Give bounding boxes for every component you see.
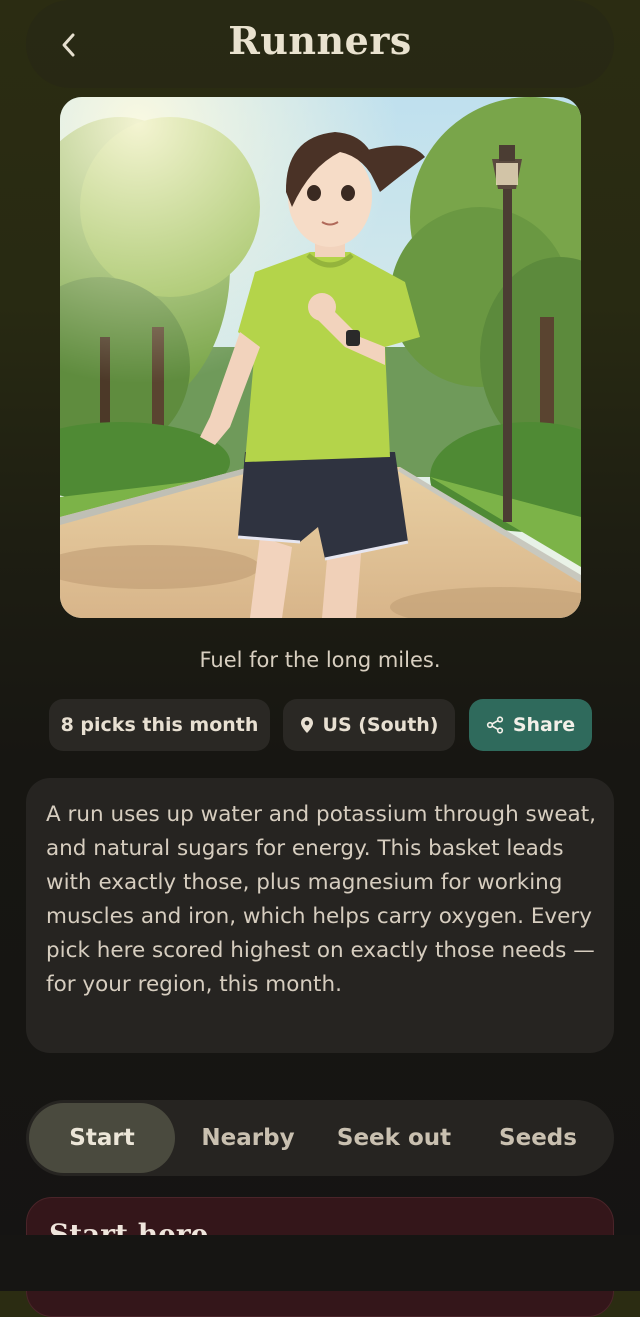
- location-pin-icon: [300, 716, 314, 734]
- page-title: Runners: [228, 18, 412, 63]
- bottom-safe-area: [0, 1235, 640, 1291]
- picks-count-badge: 8 picks this month: [49, 699, 270, 751]
- tab-bar: Start Nearby Seek out Seeds: [26, 1100, 614, 1176]
- tab-start[interactable]: Start: [29, 1103, 175, 1173]
- region-label: US (South): [322, 714, 439, 736]
- share-icon: [486, 716, 504, 734]
- tab-nearby[interactable]: Nearby: [175, 1103, 321, 1173]
- tab-seeds[interactable]: Seeds: [467, 1103, 609, 1173]
- region-badge[interactable]: US (South): [283, 699, 455, 751]
- hero-image: [60, 97, 581, 618]
- description-text: A run uses up water and potassium throug…: [46, 802, 596, 997]
- tab-seek-out[interactable]: Seek out: [321, 1103, 467, 1173]
- tagline: Fuel for the long miles.: [199, 648, 441, 672]
- description-card: A run uses up water and potassium throug…: [26, 778, 614, 1053]
- share-button[interactable]: Share: [469, 699, 592, 751]
- picks-label: 8 picks this month: [60, 714, 259, 736]
- share-label: Share: [512, 714, 576, 736]
